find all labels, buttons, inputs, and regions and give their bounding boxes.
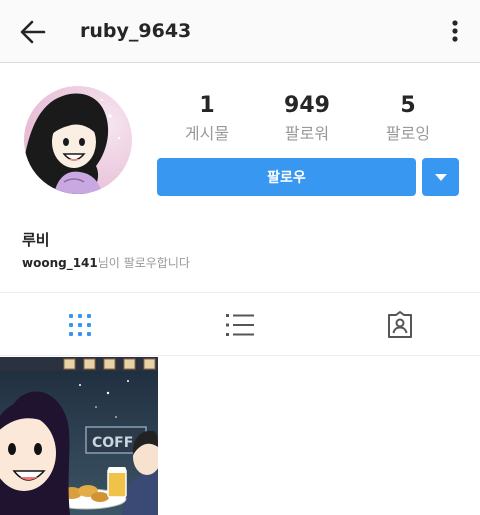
post-thumbnail[interactable]: COFF (0, 357, 158, 515)
more-options-button[interactable] (445, 15, 465, 47)
following-label: 팔로잉 (385, 124, 431, 143)
coffee-sign-text: COFF (92, 435, 133, 451)
grid-icon (69, 314, 91, 336)
followers-stat[interactable]: 949 팔로워 (262, 92, 352, 146)
profile-avatar[interactable] (24, 86, 132, 194)
list-icon (226, 314, 254, 336)
avatar-illustration (24, 86, 132, 194)
tagged-person-icon (388, 311, 412, 338)
top-bar: ruby_9643 (0, 0, 480, 63)
followers-count: 949 (284, 93, 330, 118)
profile-display-name: 루비 (22, 231, 50, 249)
followers-label: 팔로워 (284, 124, 330, 143)
posts-count: 1 (199, 93, 215, 118)
posts-stat: 1 게시물 (162, 92, 252, 146)
tab-grid[interactable] (62, 307, 98, 343)
profile-tab-bar (0, 292, 480, 356)
suggestions-dropdown-button[interactable] (422, 158, 459, 196)
caret-down-icon (434, 174, 447, 181)
header-username: ruby_9643 (80, 20, 192, 42)
more-vertical-icon (452, 20, 458, 42)
follow-button[interactable]: 팔로우 (157, 158, 416, 196)
followed-by-username[interactable]: woong_141 (22, 256, 98, 270)
followed-by-text: woong_141님이 팔로우합니다 (22, 254, 190, 272)
following-count: 5 (400, 93, 416, 118)
arrow-left-icon (20, 20, 46, 44)
post-illustration: COFF (0, 357, 158, 515)
tab-tagged[interactable] (382, 307, 418, 343)
back-button[interactable] (18, 17, 48, 47)
tab-list[interactable] (222, 307, 258, 343)
following-stat[interactable]: 5 팔로잉 (363, 92, 453, 146)
followed-by-suffix: 님이 팔로우합니다 (97, 256, 190, 270)
posts-label: 게시물 (184, 124, 230, 143)
